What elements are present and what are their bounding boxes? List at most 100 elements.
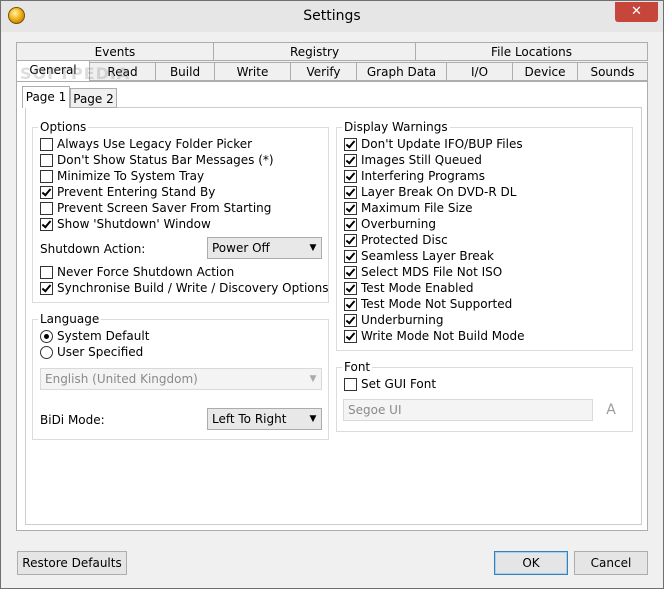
language-group-title: Language <box>38 312 102 326</box>
font-group-title: Font <box>342 360 373 374</box>
tab-events[interactable]: Events <box>16 42 214 61</box>
checkbox-warn-max-file-size[interactable]: Maximum File Size <box>344 200 472 216</box>
checkbox-set-gui-font[interactable]: Set GUI Font <box>344 376 436 392</box>
checkbox-box[interactable] <box>40 153 53 167</box>
checkbox-label: Select MDS File Not ISO <box>361 265 503 279</box>
checkbox-warn-images-queued[interactable]: Images Still Queued <box>344 152 482 168</box>
checkbox-label: Underburning <box>361 313 444 327</box>
tab-registry[interactable]: Registry <box>213 42 416 61</box>
cancel-button[interactable]: Cancel <box>574 551 648 575</box>
tab-sounds[interactable]: Sounds <box>577 62 648 81</box>
bidi-mode-value: Left To Right <box>212 412 287 426</box>
checkbox-box[interactable] <box>344 329 357 343</box>
checkbox-warn-underburning[interactable]: Underburning <box>344 312 443 328</box>
checkbox-label: Set GUI Font <box>361 377 437 391</box>
checkbox-box[interactable] <box>344 281 357 295</box>
checkbox-box[interactable] <box>344 169 357 183</box>
checkbox-box[interactable] <box>40 185 53 199</box>
checkbox-label: Don't Show Status Bar Messages (*) <box>57 153 274 167</box>
tab-build[interactable]: Build <box>155 62 215 81</box>
checkbox-box[interactable] <box>40 169 53 183</box>
tab-verify[interactable]: Verify <box>290 62 357 81</box>
radio-user-specified[interactable]: User Specified <box>40 344 143 360</box>
checkbox-prevent-standby[interactable]: Prevent Entering Stand By <box>40 184 215 200</box>
ok-button[interactable]: OK <box>494 551 568 575</box>
gui-font-field: Segoe UI <box>343 399 593 421</box>
checkbox-box[interactable] <box>344 313 357 327</box>
checkbox-box[interactable] <box>40 265 53 279</box>
checkbox-box[interactable] <box>40 217 53 231</box>
checkbox-box[interactable] <box>40 281 53 295</box>
checkbox-label: Protected Disc <box>361 233 448 247</box>
checkbox-never-force-shutdown[interactable]: Never Force Shutdown Action <box>40 264 234 280</box>
checkbox-label: Write Mode Not Build Mode <box>361 329 525 343</box>
radio-button[interactable] <box>40 345 53 359</box>
display-warnings-title: Display Warnings <box>342 120 450 134</box>
checkbox-warn-test-mode-unsupported[interactable]: Test Mode Not Supported <box>344 296 512 312</box>
checkbox-warn-overburning[interactable]: Overburning <box>344 216 436 232</box>
bidi-mode-label: BiDi Mode: <box>40 413 105 427</box>
shutdown-action-select[interactable]: Power Off ▼ <box>207 237 322 259</box>
checkbox-warn-ifo-bup[interactable]: Don't Update IFO/BUP Files <box>344 136 523 152</box>
radio-label: System Default <box>57 329 150 343</box>
checkbox-box[interactable] <box>344 249 357 263</box>
checkbox-label: Prevent Entering Stand By <box>57 185 216 199</box>
checkbox-warn-mds-not-iso[interactable]: Select MDS File Not ISO <box>344 264 502 280</box>
checkbox-box[interactable] <box>344 153 357 167</box>
subtab-page-1[interactable]: Page 1 <box>22 86 70 108</box>
checkbox-label: Images Still Queued <box>361 153 482 167</box>
tab-device[interactable]: Device <box>512 62 578 81</box>
checkbox-label: Test Mode Not Supported <box>361 297 513 311</box>
radio-button[interactable] <box>40 329 53 343</box>
checkbox-warn-seamless-layer-break[interactable]: Seamless Layer Break <box>344 248 494 264</box>
shutdown-action-label: Shutdown Action: <box>40 242 146 256</box>
checkbox-minimize-to-tray[interactable]: Minimize To System Tray <box>40 168 204 184</box>
checkbox-box[interactable] <box>344 377 357 391</box>
tab-graph-data[interactable]: Graph Data <box>356 62 447 81</box>
checkbox-show-shutdown-window[interactable]: Show 'Shutdown' Window <box>40 216 211 232</box>
radio-system-default[interactable]: System Default <box>40 328 149 344</box>
checkbox-label: Interfering Programs <box>361 169 485 183</box>
checkbox-label: Never Force Shutdown Action <box>57 265 235 279</box>
close-button[interactable]: ✕ <box>615 2 658 22</box>
checkbox-warn-protected-disc[interactable]: Protected Disc <box>344 232 448 248</box>
checkbox-label: Minimize To System Tray <box>57 169 205 183</box>
checkbox-box[interactable] <box>344 233 357 247</box>
tab-file-locations[interactable]: File Locations <box>415 42 648 61</box>
font-picker-icon: A <box>606 402 616 418</box>
shutdown-action-value: Power Off <box>212 241 270 255</box>
checkbox-box[interactable] <box>344 185 357 199</box>
checkbox-label: Don't Update IFO/BUP Files <box>361 137 523 151</box>
checkbox-box[interactable] <box>40 137 53 151</box>
checkbox-label: Test Mode Enabled <box>361 281 474 295</box>
checkbox-warn-interfering-programs[interactable]: Interfering Programs <box>344 168 485 184</box>
softpedia-watermark: SOFTPEDIA <box>20 64 131 83</box>
checkbox-synchronise-options[interactable]: Synchronise Build / Write / Discovery Op… <box>40 280 328 296</box>
checkbox-box[interactable] <box>344 217 357 231</box>
checkbox-label: Show 'Shutdown' Window <box>57 217 211 231</box>
checkbox-legacy-folder-picker[interactable]: Always Use Legacy Folder Picker <box>40 136 252 152</box>
options-group-title: Options <box>38 120 89 134</box>
checkbox-warn-write-mode[interactable]: Write Mode Not Build Mode <box>344 328 524 344</box>
tab-io[interactable]: I/O <box>446 62 513 81</box>
chevron-down-icon: ▼ <box>309 374 317 384</box>
checkbox-box[interactable] <box>344 137 357 151</box>
bidi-mode-select[interactable]: Left To Right ▼ <box>207 408 322 430</box>
title-bar[interactable]: Settings ✕ <box>1 1 663 32</box>
window-title: Settings <box>303 8 361 24</box>
checkbox-no-status-bar-messages[interactable]: Don't Show Status Bar Messages (*) <box>40 152 274 168</box>
language-value: English (United Kingdom) <box>45 372 198 386</box>
subtab-page-2[interactable]: Page 2 <box>70 88 117 108</box>
tab-write[interactable]: Write <box>214 62 291 81</box>
language-select: English (United Kingdom) ▼ <box>40 368 322 390</box>
checkbox-box[interactable] <box>344 265 357 279</box>
checkbox-label: Layer Break On DVD-R DL <box>361 185 517 199</box>
checkbox-warn-test-mode-enabled[interactable]: Test Mode Enabled <box>344 280 473 296</box>
restore-defaults-button[interactable]: Restore Defaults <box>17 551 127 575</box>
checkbox-box[interactable] <box>40 201 53 215</box>
checkbox-box[interactable] <box>344 297 357 311</box>
gui-font-value: Segoe UI <box>348 403 402 417</box>
checkbox-prevent-screensaver[interactable]: Prevent Screen Saver From Starting <box>40 200 271 216</box>
checkbox-box[interactable] <box>344 201 357 215</box>
checkbox-warn-layer-break[interactable]: Layer Break On DVD-R DL <box>344 184 516 200</box>
